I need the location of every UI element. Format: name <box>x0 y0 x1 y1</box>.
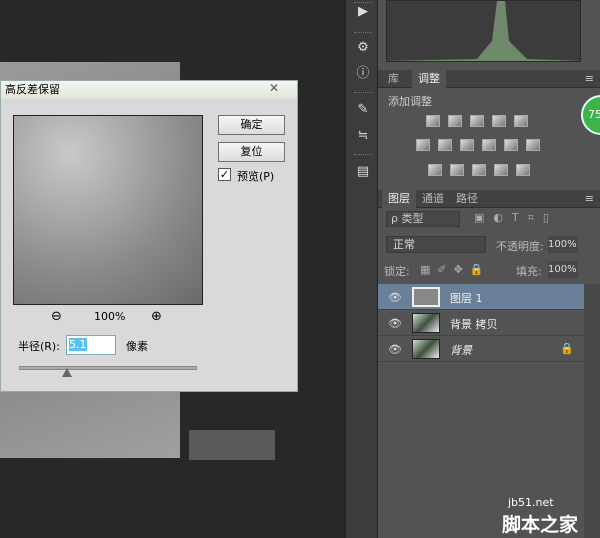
adjust-tabbar: 库 调整 ≡ <box>378 70 600 88</box>
filter-preview[interactable] <box>13 115 203 305</box>
invert-icon[interactable] <box>428 164 442 176</box>
ok-button[interactable]: 确定 <box>218 115 285 135</box>
brush-icon[interactable]: ✎ <box>354 102 372 118</box>
channel-mixer-icon[interactable] <box>504 139 518 151</box>
blend-mode-select[interactable]: 正常 <box>386 236 486 253</box>
eye-icon[interactable]: 👁 <box>388 291 402 304</box>
selective-color-icon[interactable] <box>494 164 508 176</box>
clone-source-icon[interactable]: ▤ <box>354 164 372 180</box>
tab-adjustments[interactable]: 调整 <box>412 70 446 88</box>
high-pass-dialog: 高反差保留 ✕ 确定 复位 ✓ 预览(P) ⊖ 100% ⊕ 半径(R): 5.… <box>0 80 298 392</box>
panel-menu-icon[interactable]: ≡ <box>579 70 600 88</box>
vibrance-icon[interactable] <box>514 115 528 127</box>
histogram <box>386 0 581 62</box>
lock-label: 锁定: <box>384 265 410 278</box>
layer-row[interactable]: 👁 背景 🔒 <box>378 336 584 362</box>
layer-thumbnail <box>412 339 440 359</box>
performance-badge: 75 <box>581 95 600 135</box>
watermark-site: jb51.net <box>508 496 554 509</box>
layer-name: 背景 <box>450 344 472 357</box>
close-icon[interactable]: ✕ <box>269 81 279 95</box>
color-balance-icon[interactable] <box>438 139 452 151</box>
zoom-level: 100% <box>94 310 126 323</box>
brush-presets-icon[interactable]: ≒ <box>354 128 372 144</box>
levels-icon[interactable] <box>448 115 462 127</box>
panel-menu-icon[interactable]: ≡ <box>579 190 600 208</box>
layers-tabbar: 图层 通道 路径 ≡ <box>378 190 600 208</box>
radius-slider[interactable] <box>19 366 197 370</box>
properties-icon[interactable]: ⚙ <box>354 40 372 56</box>
gradient-map-icon[interactable] <box>516 164 530 176</box>
layers-scrollbar[interactable] <box>584 284 600 538</box>
hue-icon[interactable] <box>416 139 430 151</box>
layer-thumbnail <box>412 313 440 333</box>
brightness-icon[interactable] <box>426 115 440 127</box>
photo-filter-icon[interactable] <box>482 139 496 151</box>
eye-icon[interactable]: 👁 <box>388 317 402 330</box>
watermark-name: 脚本之家 <box>502 514 579 536</box>
threshold-icon[interactable] <box>472 164 486 176</box>
layer-row[interactable]: 👁 背景 拷贝 <box>378 310 584 336</box>
preview-checkbox[interactable]: ✓ <box>218 168 231 181</box>
color-lookup-icon[interactable] <box>526 139 540 151</box>
reset-button[interactable]: 复位 <box>218 142 285 162</box>
posterize-icon[interactable] <box>450 164 464 176</box>
layer-row[interactable]: 👁 图层 1 <box>378 284 584 310</box>
adjust-title: 添加调整 <box>388 95 432 108</box>
dialog-title: 高反差保留 <box>1 81 297 99</box>
tab-library[interactable]: 库 <box>382 70 405 88</box>
tab-layers[interactable]: 图层 <box>382 190 416 208</box>
radius-input[interactable]: 5.1 <box>66 335 116 355</box>
slider-thumb[interactable] <box>62 368 73 377</box>
layer-name: 背景 拷贝 <box>450 318 498 331</box>
bw-icon[interactable] <box>460 139 474 151</box>
lock-icon: 🔒 <box>560 342 574 355</box>
lock-icons[interactable]: ▦✐✥🔒 <box>420 263 491 276</box>
zoom-in-icon[interactable]: ⊕ <box>151 309 162 324</box>
radius-value: 5.1 <box>69 338 87 351</box>
layer-name: 图层 1 <box>450 292 483 305</box>
curves-icon[interactable] <box>470 115 484 127</box>
radius-label: 半径(R): <box>18 340 60 353</box>
play-icon[interactable]: ▶ <box>354 4 372 20</box>
panel-toolstrip: ▶ ⚙ ⓘ ✎ ≒ ▤ <box>345 0 378 538</box>
preview-label: 预览(P) <box>237 170 275 183</box>
tab-channels[interactable]: 通道 <box>416 190 450 208</box>
canvas-swatch <box>189 430 275 460</box>
opacity-field[interactable]: 100% <box>548 236 578 253</box>
filter-icons[interactable]: ▣◐T⌗▯ <box>474 211 558 225</box>
right-panels: 库 调整 ≡ 添加调整 75 图层 通道 路径 ≡ ρ 类型 ▣◐T⌗▯ 正常 … <box>378 0 600 538</box>
tab-paths[interactable]: 路径 <box>450 190 484 208</box>
zoom-out-icon[interactable]: ⊖ <box>51 309 62 324</box>
unit-label: 像素 <box>126 340 148 353</box>
fill-label: 填充: <box>516 265 542 278</box>
layer-filter-select[interactable]: ρ 类型 <box>386 211 460 227</box>
exposure-icon[interactable] <box>492 115 506 127</box>
layer-thumbnail <box>412 287 440 307</box>
info-icon[interactable]: ⓘ <box>354 66 372 82</box>
fill-field[interactable]: 100% <box>548 261 578 278</box>
eye-icon[interactable]: 👁 <box>388 343 402 356</box>
opacity-label: 不透明度: <box>496 240 544 253</box>
